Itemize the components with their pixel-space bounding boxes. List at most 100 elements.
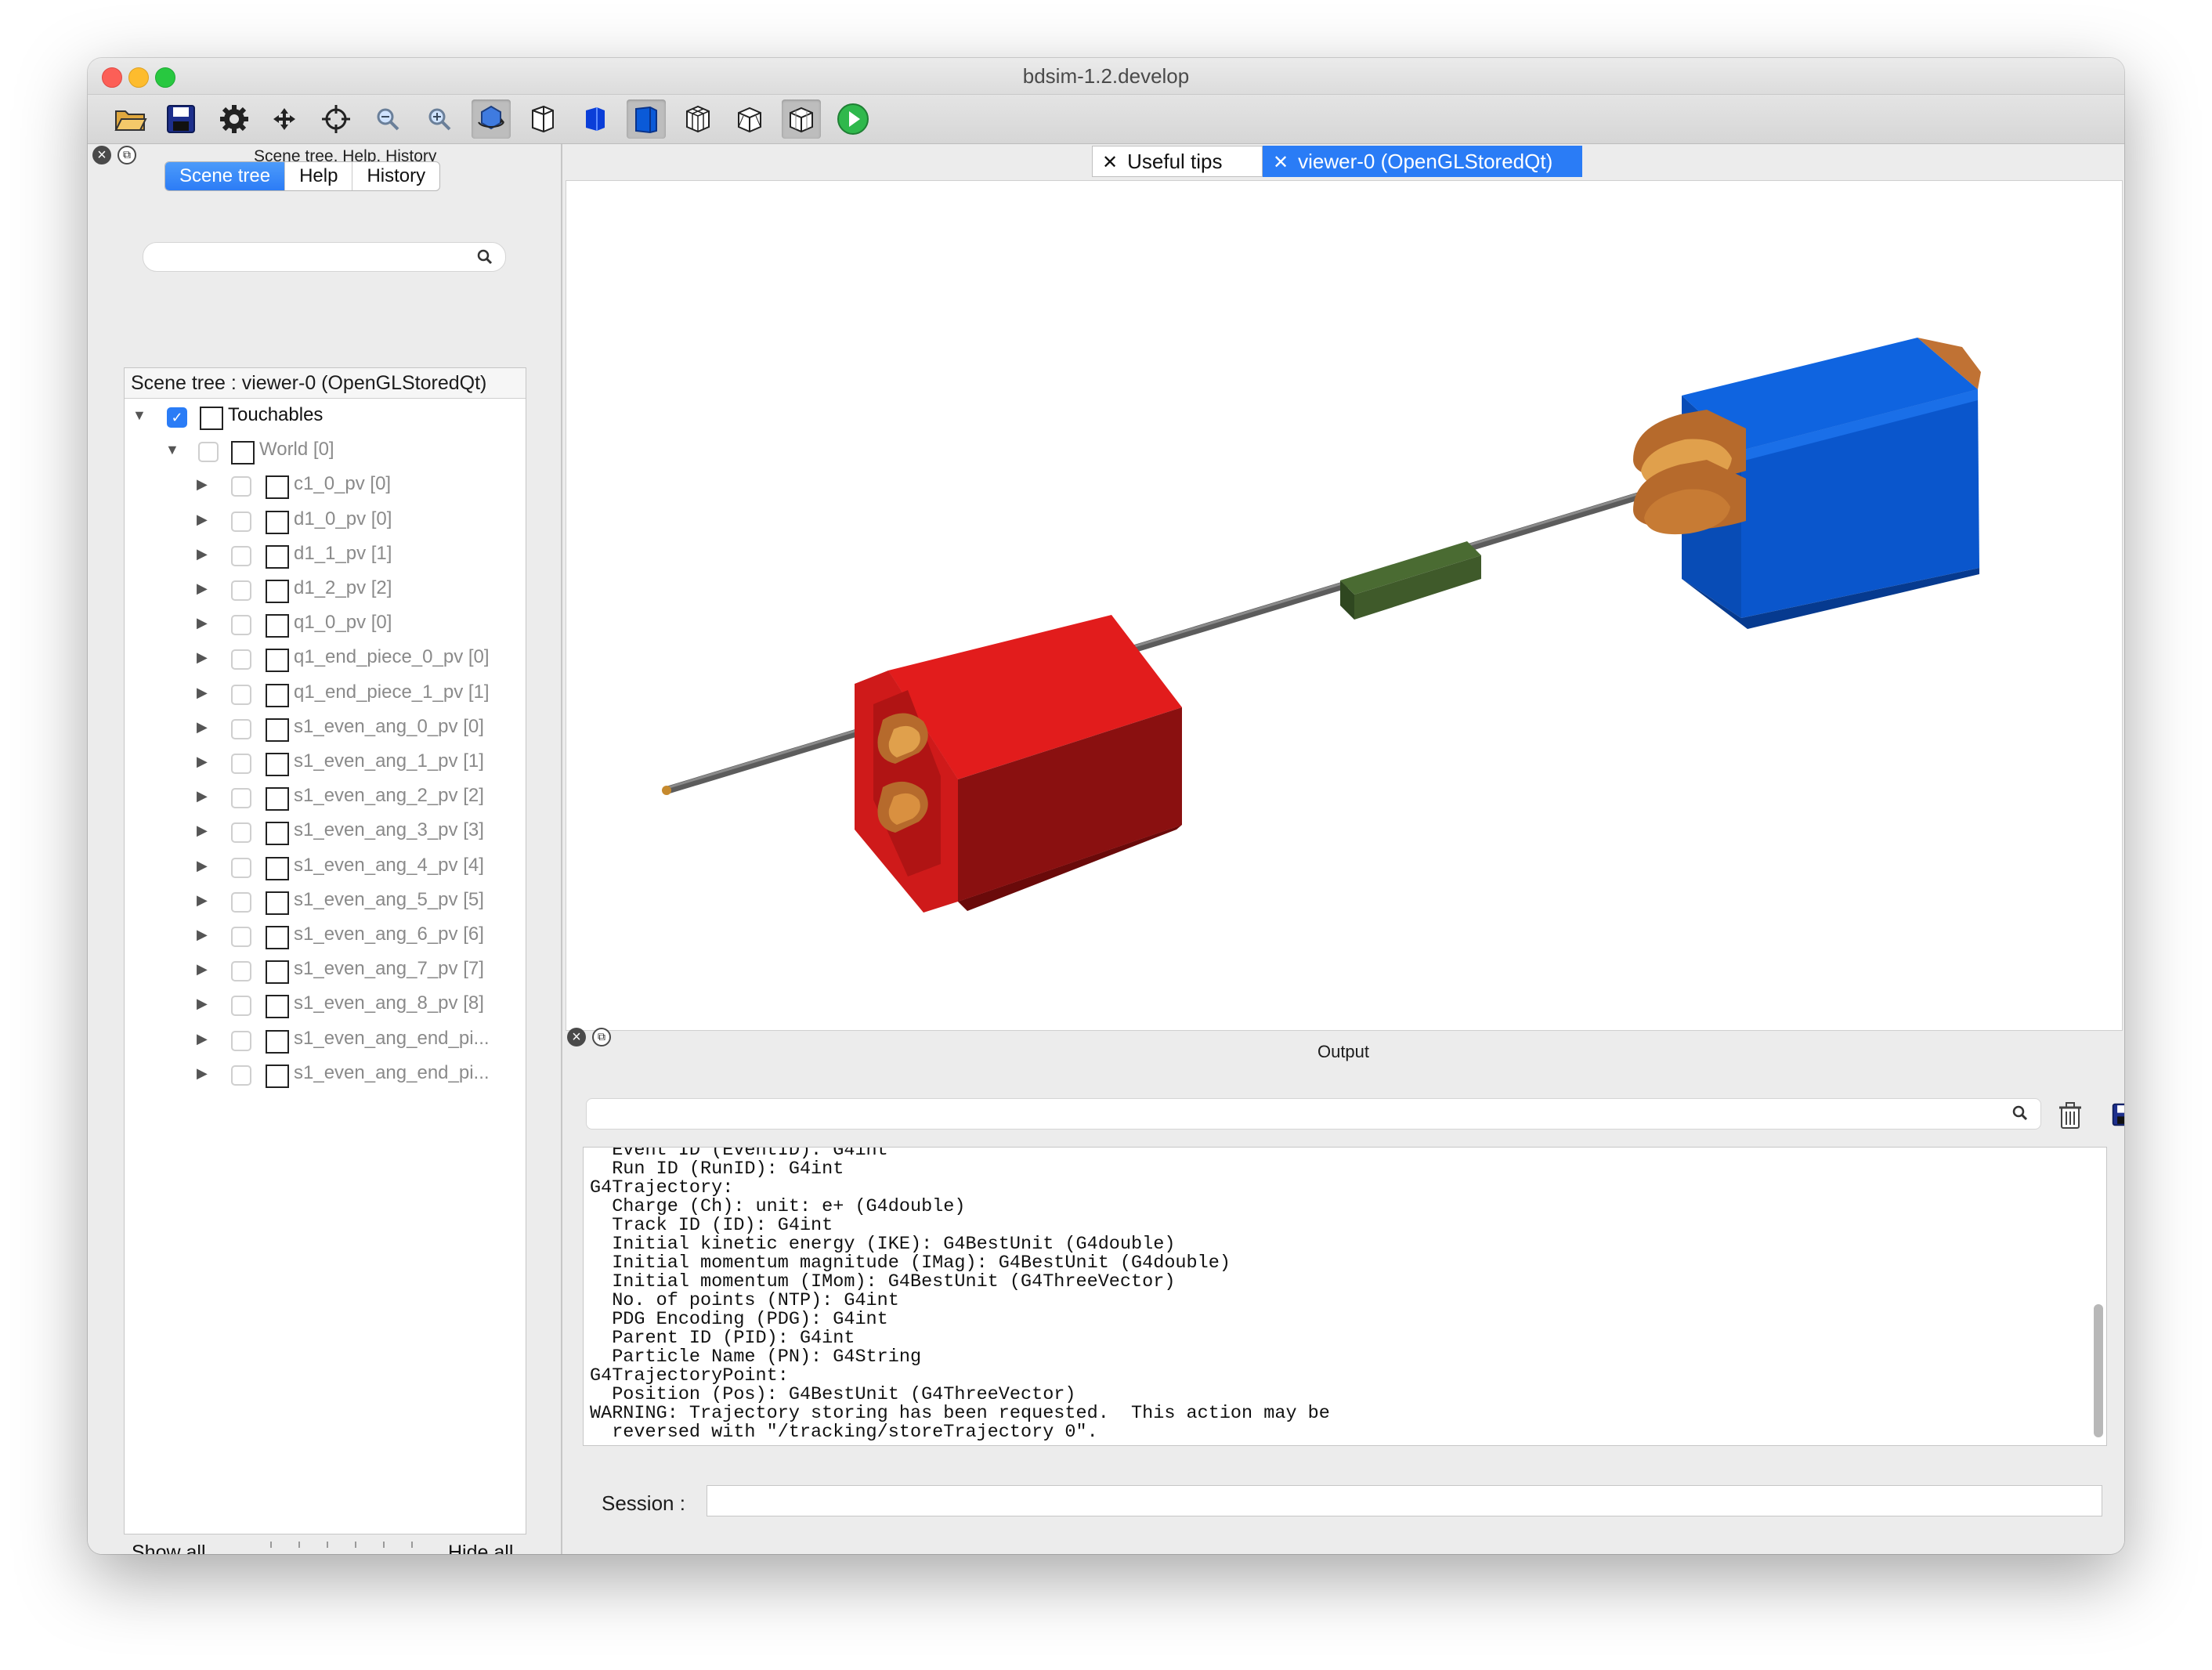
visibility-checkbox[interactable]	[231, 754, 251, 774]
clear-output-trash-icon[interactable]	[2058, 1101, 2082, 1130]
hidden-surface-icon[interactable]	[730, 99, 769, 139]
visibility-checkbox[interactable]	[231, 684, 251, 705]
colour-swatch[interactable]	[266, 649, 289, 673]
tree-row[interactable]: ▶ d1_1_pv [1]	[125, 540, 524, 571]
visibility-checkbox[interactable]	[231, 511, 251, 532]
tree-row[interactable]: ▶ q1_end_piece_0_pv [0]	[125, 643, 524, 674]
colour-swatch[interactable]	[266, 718, 289, 742]
output-console[interactable]: Event ID (EventID): G4int Run ID (RunID)…	[583, 1147, 2107, 1446]
surface-box-icon[interactable]	[627, 99, 666, 139]
tree-row[interactable]: ▼ ✓ Touchables	[125, 401, 524, 432]
colour-swatch[interactable]	[266, 614, 289, 638]
tree-row[interactable]: ▶ c1_0_pv [0]	[125, 470, 524, 501]
visibility-checkbox[interactable]	[231, 1065, 251, 1086]
tree-row[interactable]: ▶ q1_0_pv [0]	[125, 609, 524, 640]
colour-swatch[interactable]	[266, 510, 289, 534]
tree-row[interactable]: ▶ s1_even_ang_end_pi...	[125, 1025, 524, 1056]
expand-down-arrow-icon[interactable]: ▼	[165, 442, 179, 458]
expand-right-arrow-icon[interactable]: ▶	[197, 1031, 208, 1047]
zoom-out-icon[interactable]	[368, 99, 407, 139]
expand-down-arrow-icon[interactable]: ▼	[132, 407, 146, 424]
visibility-checkbox[interactable]	[231, 1030, 251, 1051]
colour-swatch[interactable]	[266, 683, 289, 707]
visibility-checkbox[interactable]	[231, 615, 251, 636]
tree-row[interactable]: ▶ s1_even_ang_3_pv [3]	[125, 816, 524, 848]
tab-history[interactable]: History	[352, 162, 439, 190]
colour-swatch[interactable]	[266, 753, 289, 776]
dock-close-button[interactable]: ×	[92, 146, 111, 164]
expand-right-arrow-icon[interactable]: ▶	[197, 649, 208, 666]
visibility-checkbox[interactable]	[231, 961, 251, 982]
expand-right-arrow-icon[interactable]: ▶	[197, 996, 208, 1012]
expand-right-arrow-icon[interactable]: ▶	[197, 961, 208, 978]
tree-row[interactable]: ▼ World [0]	[125, 436, 524, 467]
tab-viewer-0[interactable]: ✕ viewer-0 (OpenGLStoredQt)	[1263, 146, 1582, 177]
settings-gear-icon[interactable]	[215, 99, 254, 139]
visibility-checkbox[interactable]	[231, 927, 251, 947]
close-tab-icon[interactable]: ✕	[1273, 152, 1289, 173]
run-play-icon[interactable]	[833, 99, 873, 139]
visibility-checkbox[interactable]	[231, 788, 251, 809]
output-search-input[interactable]	[586, 1098, 2041, 1130]
tree-row[interactable]: ▶ s1_even_ang_5_pv [5]	[125, 886, 524, 917]
colour-swatch[interactable]	[266, 856, 289, 880]
expand-right-arrow-icon[interactable]: ▶	[197, 788, 208, 804]
tree-row[interactable]: ▶ s1_even_ang_end_pi...	[125, 1059, 524, 1090]
tree-row[interactable]: ▶ s1_even_ang_7_pv [7]	[125, 955, 524, 986]
save-output-icon[interactable]	[2112, 1103, 2124, 1126]
wireframe-box-icon[interactable]	[523, 99, 562, 139]
visibility-checkbox[interactable]	[231, 476, 251, 497]
tab-useful-tips[interactable]: ✕ Useful tips	[1092, 146, 1263, 177]
tree-row[interactable]: ▶ s1_even_ang_1_pv [1]	[125, 747, 524, 779]
hide-all-label[interactable]: Hide all	[448, 1542, 513, 1554]
tree-row[interactable]: ▶ s1_even_ang_8_pv [8]	[125, 989, 524, 1021]
visibility-checkbox[interactable]	[198, 442, 219, 463]
visibility-checkbox[interactable]	[231, 822, 251, 844]
colour-swatch[interactable]	[231, 441, 255, 465]
visibility-checkbox[interactable]	[231, 996, 251, 1017]
expand-right-arrow-icon[interactable]: ▶	[197, 685, 208, 701]
dock-float-button[interactable]: ⧉	[117, 146, 136, 164]
expand-right-arrow-icon[interactable]: ▶	[197, 927, 208, 943]
visibility-checkbox[interactable]	[231, 718, 251, 739]
colour-swatch[interactable]	[266, 822, 289, 846]
visibility-checkbox[interactable]	[231, 649, 251, 671]
tree-row[interactable]: ▶ q1_end_piece_1_pv [1]	[125, 678, 524, 710]
session-input[interactable]	[707, 1485, 2102, 1516]
expand-right-arrow-icon[interactable]: ▶	[197, 1065, 208, 1082]
colour-swatch[interactable]	[266, 960, 289, 985]
output-scrollbar[interactable]	[2094, 1304, 2103, 1437]
expand-right-arrow-icon[interactable]: ▶	[197, 580, 208, 597]
colour-swatch[interactable]	[266, 544, 289, 569]
visibility-checkbox[interactable]	[231, 545, 251, 566]
expand-right-arrow-icon[interactable]: ▶	[197, 892, 208, 909]
open-folder-icon[interactable]	[111, 99, 150, 139]
expand-right-arrow-icon[interactable]: ▶	[197, 615, 208, 631]
colour-swatch[interactable]	[266, 580, 289, 603]
tree-row[interactable]: ▶ s1_even_ang_0_pv [0]	[125, 713, 524, 744]
colour-swatch[interactable]	[266, 926, 289, 949]
colour-swatch[interactable]	[266, 891, 289, 915]
expand-right-arrow-icon[interactable]: ▶	[197, 719, 208, 736]
expand-right-arrow-icon[interactable]: ▶	[197, 822, 208, 839]
opengl-3d-viewer[interactable]	[566, 180, 2123, 1031]
zoom-in-icon[interactable]	[420, 99, 459, 139]
colour-swatch[interactable]	[266, 1029, 289, 1054]
visibility-checkbox[interactable]	[231, 580, 251, 601]
pick-crosshair-icon[interactable]	[316, 99, 356, 139]
colour-swatch[interactable]	[200, 407, 223, 430]
expand-right-arrow-icon[interactable]: ▶	[197, 858, 208, 874]
colour-swatch[interactable]	[266, 787, 289, 812]
colour-swatch[interactable]	[266, 475, 289, 500]
close-tab-icon[interactable]: ✕	[1102, 152, 1118, 173]
tree-row[interactable]: ▶ s1_even_ang_6_pv [6]	[125, 920, 524, 952]
show-all-label[interactable]: Show all	[132, 1542, 206, 1554]
colour-swatch[interactable]	[266, 995, 289, 1019]
move-icon[interactable]	[265, 99, 304, 139]
visibility-checkbox[interactable]	[231, 857, 251, 878]
expand-right-arrow-icon[interactable]: ▶	[197, 476, 208, 493]
save-icon[interactable]	[161, 99, 201, 139]
tree-row[interactable]: ▶ s1_even_ang_4_pv [4]	[125, 851, 524, 883]
colour-swatch[interactable]	[266, 1064, 289, 1088]
hidden-line-icon[interactable]	[678, 99, 717, 139]
